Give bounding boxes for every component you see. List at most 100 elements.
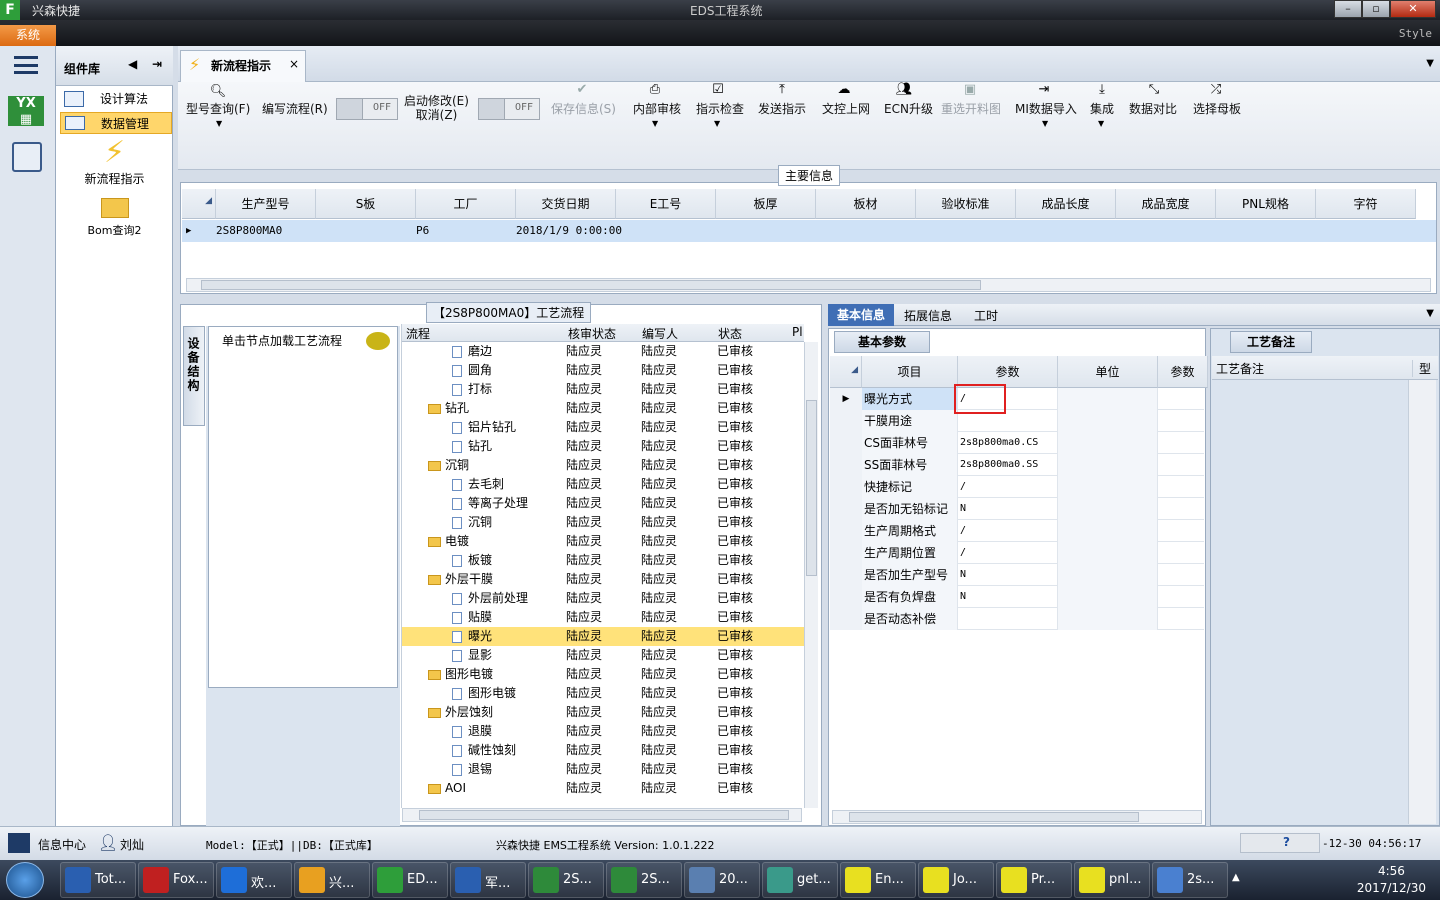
tab-extended-info[interactable]: 拓展信息 [904,307,952,324]
process-tree-row[interactable]: 贴膜 陆应灵 陆应灵 已审核 [402,608,804,627]
process-hscrollbar[interactable] [402,808,802,822]
system-menu-button[interactable]: 系统 [0,25,56,46]
params-row[interactable]: CS面菲林号 2s8p800ma0.CS [830,432,1204,454]
params-row[interactable]: 生产周期格式 / [830,520,1204,542]
write-process-toggle[interactable]: OFF [336,98,398,120]
process-node[interactable]: 打标 [452,380,492,399]
select-motherboard-button[interactable]: 选择母板 [1193,100,1241,117]
taskbar-item[interactable]: En... [840,862,916,898]
factory-cell[interactable]: P6 [416,220,429,242]
tray-expand-icon[interactable]: ▲ [1232,872,1240,883]
main-info-col-header[interactable]: E工号 [616,189,716,219]
param-unit-cell[interactable] [1058,498,1158,520]
main-info-col-header[interactable]: 字符 [1316,189,1416,219]
process-node[interactable]: 退膜 [452,722,492,741]
process-node[interactable]: 铝片钻孔 [452,418,516,437]
param-value-cell[interactable]: N [958,564,1058,586]
chevron-down-icon[interactable]: ▼ [216,119,222,128]
tab-process-remarks[interactable]: 工艺备注 [1230,331,1312,353]
taskbar-item[interactable]: Jo... [918,862,994,898]
chevron-down-icon[interactable]: ▼ [1098,119,1104,128]
process-node[interactable]: 等离子处理 [452,494,528,513]
main-info-hscrollbar[interactable] [186,278,1431,292]
taskbar-item[interactable]: 军... [450,862,526,898]
component-item-data-management[interactable]: 数据管理 [60,112,172,134]
process-node[interactable]: 去毛刺 [452,475,504,494]
delivery-date-cell[interactable]: 2018/1/9 0:00:00 [516,220,622,242]
process-tree-row[interactable]: 钻孔 陆应灵 陆应灵 已审核 [402,437,804,456]
param-value-cell[interactable]: / [958,476,1058,498]
taskbar-item[interactable]: Pr... [996,862,1072,898]
param-value-cell[interactable] [958,608,1058,630]
process-node[interactable]: 外层蚀刻 [428,703,493,722]
process-tree-row[interactable]: 显影 陆应灵 陆应灵 已审核 [402,646,804,665]
params-row[interactable]: SS面菲林号 2s8p800ma0.SS [830,454,1204,476]
tab-work-hours[interactable]: 工时 [974,307,998,324]
process-tree-row[interactable]: 图形电镀 陆应灵 陆应灵 已审核 [402,665,804,684]
minimize-button[interactable]: – [1334,0,1362,18]
params-row[interactable]: 是否有负焊盘 N [830,586,1204,608]
main-info-col-header[interactable]: 交货日期 [516,189,616,219]
param-unit-cell[interactable] [1058,388,1158,410]
params-col-header[interactable]: 单位 [1058,356,1158,388]
process-tree-row[interactable]: 磨边 陆应灵 陆应灵 已审核 [402,342,804,361]
yx-module-icon[interactable]: YX ▦ [8,96,44,127]
taskbar-item[interactable]: 欢... [216,862,292,898]
process-tree-row[interactable]: 图形电镀 陆应灵 陆应灵 已审核 [402,684,804,703]
param-unit-cell[interactable] [1058,454,1158,476]
process-tree-row[interactable]: 电镀 陆应灵 陆应灵 已审核 [402,532,804,551]
param-value-cell[interactable]: / [958,520,1058,542]
param-unit-cell[interactable] [1058,564,1158,586]
params-row[interactable]: ▶ 曝光方式 / [830,388,1204,410]
remarks-vscrollbar[interactable] [1408,380,1436,824]
taskbar-item[interactable]: ED... [372,862,448,898]
instruction-check-button[interactable]: 指示检查 [696,100,744,117]
process-tree-row[interactable]: 铝片钻孔 陆应灵 陆应灵 已审核 [402,418,804,437]
ecn-upgrade-button[interactable]: ECN升级 [884,100,933,117]
send-instruction-button[interactable]: 发送指示 [758,100,806,117]
params-col-header[interactable]: 项目 [862,356,958,388]
process-node[interactable]: 外层干膜 [428,570,493,589]
process-node[interactable]: 图形电镀 [428,665,493,684]
process-node[interactable]: 磨边 [452,342,492,361]
process-tree-row[interactable]: 等离子处理 陆应灵 陆应灵 已审核 [402,494,804,513]
main-info-col-header[interactable]: 工厂 [416,189,516,219]
process-tree-row[interactable]: 外层干膜 陆应灵 陆应灵 已审核 [402,570,804,589]
process-node[interactable]: 沉铜 [428,456,469,475]
process-tree-row[interactable]: 外层蚀刻 陆应灵 陆应灵 已审核 [402,703,804,722]
params-row[interactable]: 是否动态补偿 [830,608,1204,630]
process-node[interactable]: 沉铜 [452,513,492,532]
process-tree-row[interactable]: 退膜 陆应灵 陆应灵 已审核 [402,722,804,741]
main-info-col-header[interactable]: 生产型号 [216,189,316,219]
save-info-button[interactable]: 保存信息(S) [551,100,616,117]
taskbar-clock[interactable]: 4:56 2017/12/30 [1357,863,1426,897]
process-tree-row[interactable]: 退锡 陆应灵 陆应灵 已审核 [402,760,804,779]
taskbar-item[interactable]: 2S... [606,862,682,898]
main-info-col-header[interactable]: 板厚 [716,189,816,219]
tab-dropdown-icon[interactable]: ▼ [1426,58,1434,69]
process-tree-row[interactable]: 碱性蚀刻 陆应灵 陆应灵 已审核 [402,741,804,760]
main-info-col-header[interactable]: 成品宽度 [1116,189,1216,219]
main-info-col-header[interactable]: PNL规格 [1216,189,1316,219]
maximize-button[interactable]: ▫ [1362,0,1390,18]
device-structure-side-tab[interactable]: 设备结构 [183,326,205,426]
taskbar-item[interactable]: 兴... [294,862,370,898]
component-item-new-process[interactable]: ⚡ 新流程指示 [56,136,173,192]
params-col-header[interactable]: 参数 [1158,356,1208,388]
param-unit-cell[interactable] [1058,410,1158,432]
tab-close-icon[interactable]: × [289,57,299,71]
taskbar-item[interactable]: Tot... [60,862,136,898]
params-row[interactable]: 快捷标记 / [830,476,1204,498]
process-node[interactable]: 碱性蚀刻 [452,741,516,760]
param-unit-cell[interactable] [1058,586,1158,608]
close-button[interactable]: ✕ [1390,0,1436,18]
taskbar-item[interactable]: 2S... [528,862,604,898]
process-tree-row[interactable]: 沉铜 陆应灵 陆应灵 已审核 [402,456,804,475]
process-node[interactable]: 圆角 [452,361,492,380]
param-value-cell[interactable]: N [958,586,1058,608]
detail-dropdown-icon[interactable]: ▼ [1426,308,1434,319]
process-tree-row[interactable]: 钻孔 陆应灵 陆应灵 已审核 [402,399,804,418]
integration-button[interactable]: 集成 [1090,100,1114,117]
windows-grid-icon[interactable] [8,833,30,853]
process-node[interactable]: 钻孔 [452,437,492,456]
